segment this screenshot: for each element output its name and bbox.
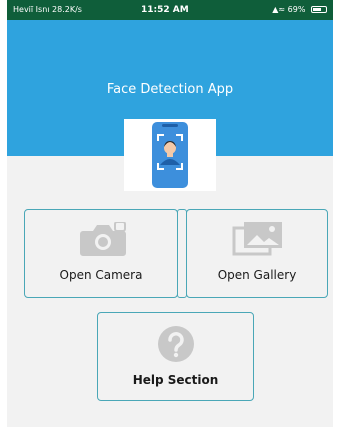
- help-section-button[interactable]: Help Section: [97, 312, 254, 401]
- open-gallery-label: Open Gallery: [217, 268, 297, 282]
- app-title: Face Detection App: [106, 82, 234, 97]
- camera-icon: [80, 222, 126, 256]
- open-camera-label: Open Camera: [59, 268, 143, 282]
- app-screen: Heviĩ Isnı 28.2K/s 11:52 AM ▲≈ 69% Face …: [7, 0, 333, 427]
- gallery-icon: [232, 222, 282, 256]
- battery-percent: 69%: [287, 5, 306, 14]
- app-logo: [124, 119, 216, 191]
- status-time: 11:52 AM: [141, 5, 189, 15]
- face-scan-phone-icon: [152, 122, 188, 188]
- open-gallery-button[interactable]: Open Gallery: [186, 209, 328, 298]
- signal-icon: ▲≈: [272, 5, 286, 14]
- battery-status: ▲≈ 69%: [272, 0, 327, 20]
- open-camera-button[interactable]: Open Camera: [24, 209, 178, 298]
- network-status: Heviĩ Isnı 28.2K/s: [13, 5, 82, 14]
- status-bar: Heviĩ Isnı 28.2K/s 11:52 AM ▲≈ 69%: [7, 0, 333, 20]
- help-section-label: Help Section: [132, 373, 219, 387]
- question-mark-icon: [158, 326, 194, 362]
- battery-icon: [311, 6, 327, 13]
